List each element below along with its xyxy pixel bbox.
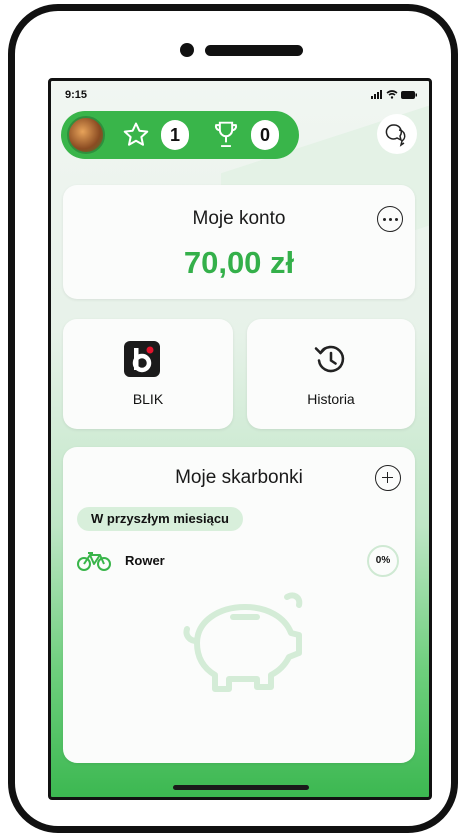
- goal-name: Rower: [125, 553, 165, 568]
- wifi-icon: [386, 90, 398, 99]
- speaker-grille: [205, 45, 303, 56]
- profile-achievements-bar[interactable]: 1 0: [61, 111, 299, 159]
- history-label: Historia: [307, 391, 355, 407]
- section-chip: W przyszłym miesiącu: [77, 507, 243, 531]
- piggybanks-card: Moje skarbonki W przyszłym miesiącu Rowe…: [63, 447, 415, 763]
- add-piggybank-button[interactable]: [375, 465, 401, 491]
- chat-button[interactable]: [377, 114, 417, 154]
- signal-icon: [371, 90, 382, 99]
- status-bar: 9:15: [51, 87, 429, 103]
- piggybanks-title: Moje skarbonki: [175, 467, 303, 488]
- stars-count-badge: 1: [161, 120, 189, 150]
- blik-tile[interactable]: BLIK: [63, 319, 233, 429]
- home-indicator[interactable]: [173, 785, 309, 790]
- status-time: 9:15: [65, 89, 88, 101]
- blik-logo-icon: [124, 341, 160, 377]
- history-tile[interactable]: Historia: [247, 319, 415, 429]
- history-clock-icon: [314, 345, 345, 373]
- goal-progress: 0%: [367, 545, 399, 577]
- avatar[interactable]: [67, 116, 105, 154]
- star-icon: [123, 122, 149, 146]
- app-screen: 9:15 1 0 Moje konto 70,00 zł BLIK Histor…: [48, 78, 432, 800]
- trophy-icon: [214, 121, 238, 148]
- chat-bubbles-icon: [385, 124, 406, 147]
- status-icons: [371, 90, 417, 99]
- account-title: Moje konto: [192, 208, 286, 229]
- blik-label: BLIK: [132, 391, 164, 407]
- goal-row[interactable]: Rower 0%: [77, 543, 401, 579]
- account-card[interactable]: Moje konto 70,00 zł: [63, 185, 415, 299]
- battery-icon: [401, 90, 417, 99]
- trophies-count-badge: 0: [251, 120, 279, 150]
- camera-dot: [180, 43, 194, 57]
- account-more-button[interactable]: [377, 206, 403, 232]
- account-balance: 70,00 zł: [183, 245, 295, 280]
- bicycle-icon: [77, 552, 111, 571]
- piggy-bank-icon: [183, 592, 303, 692]
